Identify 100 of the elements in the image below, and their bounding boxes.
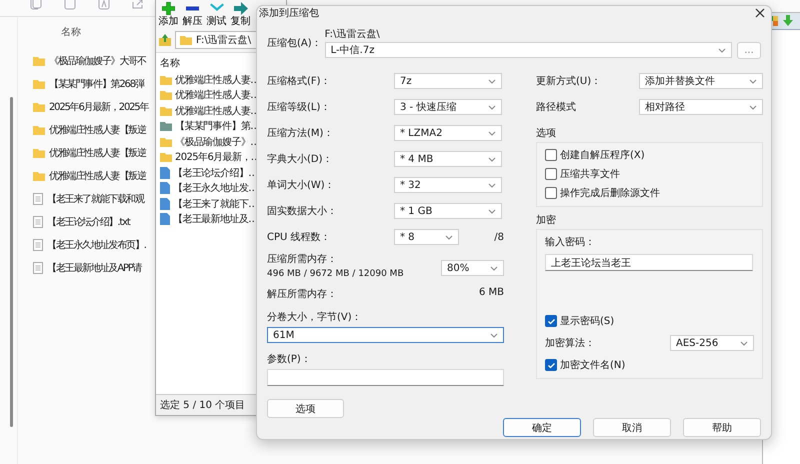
folder-icon <box>180 35 192 45</box>
field-label: 解压所需内存： <box>267 288 337 301</box>
password-field[interactable]: 上老王论坛当老王 <box>545 254 753 271</box>
toolbar-button[interactable]: 测试 <box>206 2 227 28</box>
field-label: 压缩等级(L)： <box>267 100 332 114</box>
field-label: 压缩所需内存： <box>267 252 338 266</box>
folder-icon <box>160 152 172 162</box>
caret-icon <box>488 182 496 188</box>
checkbox-label: 压缩共享文件 <box>560 168 620 181</box>
field-label: 压缩格式(F)： <box>267 74 332 88</box>
caret-icon <box>488 78 496 84</box>
field-label: 分卷大小，字节(V)： <box>267 310 363 324</box>
clipboard-icon[interactable] <box>64 0 76 10</box>
caret-icon <box>490 332 498 338</box>
archive-name-field[interactable]: L-中信.7z <box>324 42 732 58</box>
toolbar-button[interactable]: 解压 <box>182 2 203 28</box>
scrollbar[interactable] <box>10 97 13 427</box>
folder-icon <box>160 74 172 85</box>
close-icon[interactable] <box>755 8 765 18</box>
folder-icon <box>160 136 172 147</box>
status-text: 选定 5 / 10 个项目 <box>160 400 246 411</box>
file-name[interactable]: 优雅端庄性感人妻【叛逆 <box>49 168 146 182</box>
field-label: 更新方式(U)： <box>536 74 602 88</box>
volume-size-field[interactable]: 61M <box>267 327 504 343</box>
caret-icon <box>488 156 496 162</box>
toolbar-button[interactable]: 复制 <box>230 2 251 28</box>
caret-icon <box>490 266 498 270</box>
memory-value: 6 MB <box>478 287 504 300</box>
dropdown[interactable]: 添加并替换文件 <box>639 73 763 89</box>
document-icon <box>160 198 170 210</box>
up-folder-icon[interactable] <box>159 34 171 46</box>
dropdown[interactable]: * 8 <box>394 229 459 245</box>
dialog-button[interactable]: 确定 <box>503 418 581 437</box>
checkbox-label: 创建自解压程序(X) <box>560 148 645 162</box>
dropdown[interactable]: 3 - 快速压缩 <box>394 99 502 115</box>
check-icon <box>546 360 556 370</box>
checkbox[interactable] <box>545 359 557 371</box>
caret-icon <box>749 104 757 110</box>
field-label: 压缩方法(M)： <box>267 126 334 140</box>
download-icon[interactable] <box>783 15 793 27</box>
column-header[interactable]: 名称 <box>61 25 81 39</box>
toolbar-button[interactable]: 添加 <box>158 2 179 28</box>
caret-icon <box>445 234 453 240</box>
memory-usage: 496 MB / 9672 MB / 12090 MB <box>267 269 404 279</box>
checkbox[interactable] <box>545 168 557 180</box>
caret-icon <box>740 340 748 346</box>
file-name[interactable]: 【老王来了就能下载和观 <box>47 192 144 206</box>
document-icon <box>160 166 170 179</box>
file-name[interactable]: 优雅端庄性感人妻【叛逆 <box>49 146 146 160</box>
field-label: 单词大小(W)： <box>267 178 336 192</box>
file-name[interactable]: 2025年6月最新，2025年 <box>49 100 148 114</box>
file-name[interactable]: 《极品瑜伽嫂子》大哥不 <box>49 54 146 68</box>
caret-icon <box>749 78 757 84</box>
file-name[interactable]: 【老王最新地址及APP请 <box>47 260 142 274</box>
dropdown[interactable]: * 1 GB <box>394 203 502 219</box>
document-icon <box>33 262 43 274</box>
document-icon <box>33 216 43 228</box>
field-label: 路径模式 <box>536 100 577 114</box>
checkbox-label: 加密文件名(N) <box>560 358 626 372</box>
checkbox[interactable] <box>545 315 557 327</box>
group-title: 加密 <box>536 214 557 227</box>
field-label: 加密算法： <box>545 336 595 350</box>
dropdown[interactable]: AES-256 <box>670 335 754 351</box>
window-title: 添加到压缩包 <box>259 6 319 20</box>
field-label: 参数(P)： <box>267 352 312 366</box>
folder-icon <box>33 124 45 134</box>
field-label: 输入密码： <box>545 236 596 249</box>
options-button[interactable]: 选项 <box>267 399 344 418</box>
rename-icon[interactable] <box>98 0 110 10</box>
caret-icon <box>488 208 496 214</box>
folder-icon <box>160 121 172 132</box>
share-icon[interactable] <box>132 0 144 10</box>
caret-icon <box>488 104 496 110</box>
plus-icon <box>162 2 175 15</box>
document-icon <box>33 238 43 250</box>
field-label: CPU 线程数： <box>267 230 332 244</box>
dropdown[interactable]: 7z <box>394 73 502 89</box>
dropdown[interactable]: * 4 MB <box>394 151 502 167</box>
dropdown[interactable]: 相对路径 <box>639 99 763 115</box>
dialog-button[interactable]: 取消 <box>593 418 671 437</box>
file-name[interactable]: 【某某門事件】第268弾 <box>49 76 144 90</box>
document-icon <box>160 213 170 226</box>
caret-icon <box>718 48 726 52</box>
file-name[interactable]: 优雅端庄性感人妻【叛逆 <box>49 122 146 136</box>
file-name[interactable]: 【老王永久地址发布页】. <box>47 238 146 252</box>
dropdown[interactable]: * 32 <box>394 177 502 193</box>
folder-icon <box>33 148 45 158</box>
parameters-field[interactable] <box>267 369 504 386</box>
dropdown[interactable]: * LZMA2 <box>394 125 502 141</box>
copy-icon[interactable] <box>30 0 42 10</box>
checkbox[interactable] <box>545 187 557 199</box>
folder-icon <box>33 170 45 180</box>
dialog-button[interactable]: 帮助 <box>683 418 761 437</box>
folder-path: F:\迅雷云盘\ <box>324 28 381 41</box>
field-label: 固实数据大小： <box>267 204 338 218</box>
caret-icon <box>488 130 496 136</box>
checkbox[interactable] <box>545 149 557 161</box>
document-icon <box>33 192 43 204</box>
dropdown[interactable]: 80% <box>441 260 504 276</box>
file-name[interactable]: 【老王论坛介绍】.txt <box>47 214 130 228</box>
